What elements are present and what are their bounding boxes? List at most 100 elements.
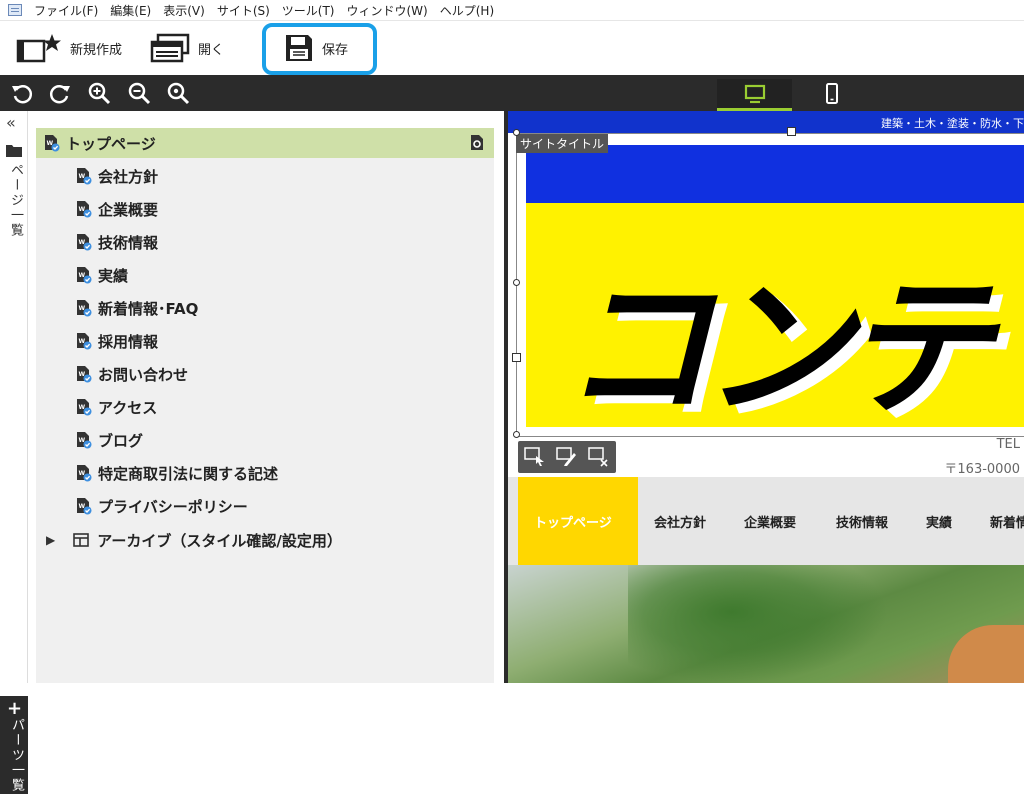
tree-item[interactable]: W 実績 (36, 260, 494, 290)
redo-icon[interactable] (48, 81, 72, 105)
desktop-icon (744, 84, 766, 104)
tree-item[interactable]: W 新着情報･FAQ (36, 293, 494, 323)
image-edit-icon[interactable] (556, 447, 578, 467)
mobile-view-tab[interactable] (795, 79, 870, 111)
open-label: 開く (198, 42, 225, 58)
nav-item-0[interactable]: トップページ (534, 512, 612, 531)
tree-item-label: 技術情報 (98, 233, 159, 252)
menu-window[interactable]: ウィンドウ(W) (341, 2, 434, 19)
pages-tab-label[interactable]: ページ一覧 (6, 163, 25, 238)
preview-tel: TEL (996, 437, 1020, 452)
tree-item[interactable]: W アクセス (36, 392, 494, 422)
menu-help[interactable]: ヘルプ(H) (434, 2, 500, 19)
zoom-out-icon[interactable] (127, 81, 151, 105)
hero-photo (508, 565, 1024, 683)
menu-site[interactable]: サイト(S) (211, 2, 276, 19)
menu-tools[interactable]: ツール(T) (276, 2, 341, 19)
tree-item[interactable]: W プライバシーポリシー (36, 491, 494, 521)
tree-item[interactable]: W 技術情報 (36, 227, 494, 257)
hero-banner: コンテ (526, 203, 1024, 427)
tree-item[interactable]: W ブログ (36, 425, 494, 455)
plus-icon: + (7, 698, 23, 719)
tree-item-label: ブログ (98, 431, 144, 450)
expand-arrow-icon[interactable]: ▶ (46, 533, 55, 547)
parts-tab-label: パーツ一覧 (9, 718, 24, 793)
tree-item-label: 会社方針 (98, 167, 159, 186)
page-icon: W (76, 431, 92, 449)
nav-item-2[interactable]: 企業概要 (744, 512, 796, 531)
new-file-icon (16, 34, 61, 63)
tree-item[interactable]: W 会社方針 (36, 161, 494, 191)
image-tools (518, 441, 616, 473)
open-button[interactable]: 開く (150, 27, 224, 69)
tree-item-label: プライバシーポリシー (98, 497, 248, 516)
photo-subject (948, 625, 1024, 683)
main-toolbar: 新規作成 開く 保存 (0, 21, 1024, 75)
tree-item-label: トップページ (66, 134, 156, 153)
page-icon: W (76, 167, 92, 185)
resize-handle-corner[interactable] (513, 129, 520, 136)
tree-item-label: 企業概要 (98, 200, 159, 219)
nav-item-1[interactable]: 会社方針 (654, 512, 706, 531)
nav-item-4[interactable]: 実績 (926, 512, 952, 531)
page-icon: W (76, 365, 92, 383)
page-icon: W (76, 266, 92, 284)
tree-item-label: 新着情報･FAQ (98, 299, 199, 318)
nav-item-5[interactable]: 新着情 (990, 512, 1024, 531)
tree-item[interactable]: W お問い合わせ (36, 359, 494, 389)
menu-bar: ファイル(F) 編集(E) 表示(V) サイト(S) ツール(T) ウィンドウ(… (0, 0, 1024, 21)
tree-item-label: アーカイブ（スタイル確認/設定用） (97, 531, 342, 550)
zoom-reset-icon[interactable] (166, 81, 190, 105)
settings-page-icon[interactable] (470, 134, 484, 151)
tree-item-label: 実績 (98, 266, 129, 285)
page-icon: W (44, 134, 60, 152)
zoom-in-icon[interactable] (87, 81, 111, 105)
site-title-tag: サイトタイトル (516, 134, 609, 153)
page-icon: W (76, 332, 92, 350)
resize-handle-bottom[interactable] (513, 431, 520, 438)
tree-item-label: 採用情報 (98, 332, 159, 351)
page-icon: W (76, 200, 92, 218)
tree-item[interactable]: W 特定商取引法に関する記述 (36, 458, 494, 488)
tree-item-label: 特定商取引法に関する記述 (98, 464, 279, 483)
folder-icon (6, 145, 22, 157)
archive-icon (73, 533, 90, 547)
new-button[interactable]: 新規作成 (16, 27, 122, 69)
undo-icon[interactable] (10, 81, 34, 105)
image-select-icon[interactable] (524, 447, 546, 467)
desktop-view-tab[interactable] (717, 79, 792, 111)
tree-item[interactable]: W 企業概要 (36, 194, 494, 224)
page-list-panel: W トップページ W 会社方針 W 企業概要 W 技術情報 W 実績 W 新着情報･FAQ W 採用情… (28, 111, 504, 683)
tree-item-label: お問い合わせ (98, 365, 189, 384)
hero-blue-band (526, 145, 1024, 203)
nav-item-3[interactable]: 技術情報 (836, 512, 888, 531)
resize-handle-left[interactable] (513, 279, 520, 286)
resize-handle-mid[interactable] (512, 353, 521, 362)
page-icon: W (76, 464, 92, 482)
page-tree: W トップページ W 会社方針 W 企業概要 W 技術情報 W 実績 W 新着情報･FAQ W 採用情… (36, 128, 494, 683)
menu-view[interactable]: 表示(V) (157, 2, 211, 19)
tree-item-label: アクセス (98, 398, 158, 417)
new-label: 新規作成 (70, 42, 123, 58)
preview-nav: トップページ 会社方針 企業概要 技術情報 実績 新着情 (508, 477, 1024, 565)
tree-item-top[interactable]: W トップページ (36, 128, 494, 158)
tree-item[interactable]: W 採用情報 (36, 326, 494, 356)
site-preview: 建築・土木・塗装・防水・下 コンテ サイトタイトル TEL 〒163-0000 … (508, 111, 1024, 683)
parts-tab[interactable]: + パーツ一覧 (0, 696, 28, 794)
page-icon: W (76, 233, 92, 251)
save-highlight (262, 23, 377, 75)
menu-file[interactable]: ファイル(F) (28, 2, 104, 19)
preview-topline: 建築・土木・塗装・防水・下 (881, 117, 1024, 130)
collapse-icon[interactable]: « (6, 113, 16, 132)
page-icon: W (76, 497, 92, 515)
preview-postal: 〒163-0000 (944, 462, 1020, 477)
menu-edit[interactable]: 編集(E) (104, 2, 157, 19)
page-icon: W (76, 398, 92, 416)
left-tab-strip: « ページ一覧 + パーツ一覧 (0, 111, 28, 794)
tree-item-archive[interactable]: ▶ アーカイブ（スタイル確認/設定用） (36, 525, 494, 555)
preview-top-bar: 建築・土木・塗装・防水・下 (508, 111, 1024, 133)
resize-handle-top[interactable] (787, 127, 796, 136)
edit-toolbar (0, 75, 1024, 111)
hero-text: コンテ (562, 262, 992, 427)
image-delete-icon[interactable] (588, 447, 610, 467)
